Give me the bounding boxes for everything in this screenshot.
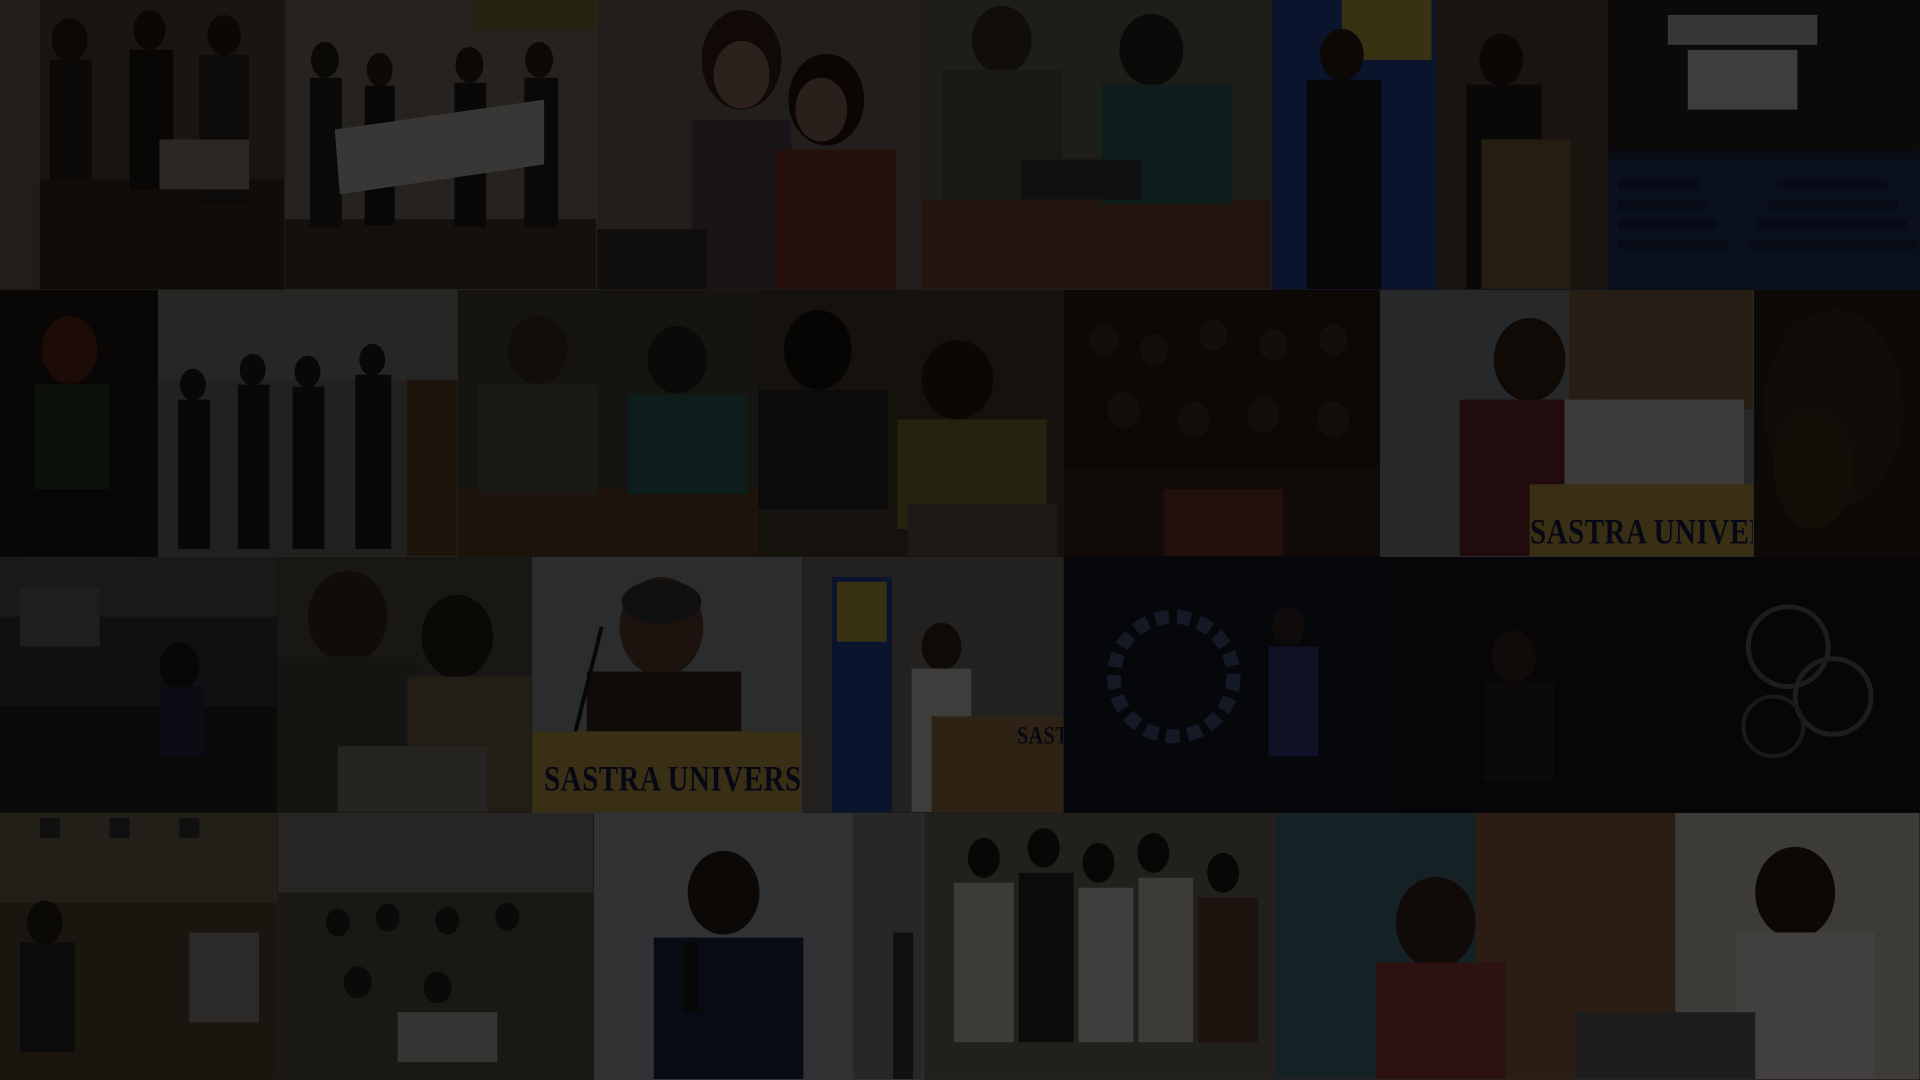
photo-row3-chief-guest: SASTRA UNIVERSITY (532, 557, 802, 813)
photo-row4-workshop-hall (278, 813, 594, 1080)
photo-figures (1276, 813, 1919, 1079)
photo-figures (158, 290, 457, 556)
photo-row2-team-standing (158, 290, 458, 557)
photo-row2-person-in-dark (0, 290, 158, 557)
photo-figures (1483, 604, 1874, 782)
photo-figures (1763, 309, 1904, 530)
sign-sastra-university-podium: SASTRA UNIVERSITY (1530, 512, 1753, 552)
photo-row2-speaker-at-podium: SASTRA UNIVERSITY (1380, 290, 1754, 557)
photo-figures (1608, 0, 1919, 289)
photo-row3-stage-performance (1064, 557, 1394, 813)
photo-row2-crowd-hall (1064, 290, 1380, 557)
photo-row2-group-working (458, 290, 758, 557)
photo-row3-hoop-performance (1394, 557, 1920, 813)
photo-figures (758, 309, 1058, 556)
photo-collage-background: SASTRA UNIVERSITY (0, 0, 1920, 1080)
photo-row2-outdoor-foliage (1754, 290, 1920, 557)
photo-figures (597, 0, 921, 289)
photo-row1-participants-smiling (597, 0, 922, 290)
photo-figures (653, 813, 923, 1079)
photo-row4-group-huddle (924, 813, 1276, 1080)
photo-figures (458, 315, 757, 556)
photo-figures (285, 0, 596, 289)
photo-row1-speaker-with-banner (1272, 0, 1608, 290)
photo-figures (1272, 0, 1607, 289)
photo-figures (1064, 318, 1379, 556)
photo-row3-discussion (278, 557, 532, 813)
photo-figures (953, 827, 1259, 1043)
photo-figures (278, 813, 593, 1063)
sign-sastra-side-banner: SASTRA (1017, 722, 1063, 750)
photo-row4-presenter-room (0, 813, 278, 1080)
photo-figures (922, 5, 1271, 289)
photo-figures (0, 0, 284, 289)
photo-figures (1106, 606, 1319, 757)
photo-figures (278, 570, 531, 812)
photo-row2-laptop-session (758, 290, 1064, 557)
photo-row3-podium-banner: SASTRA (802, 557, 1064, 813)
photo-figures (0, 813, 277, 1053)
photo-row4-colorful-room (1276, 813, 1920, 1080)
photo-row1-group-with-cheque (0, 0, 285, 290)
photo-row1-coders-on-floor (922, 0, 1272, 290)
photo-figures (0, 557, 277, 812)
photo-figures (802, 557, 1063, 812)
photo-row3-classroom (0, 557, 278, 813)
photo-figures (19, 315, 140, 556)
photo-row1-team-holding-cheque (285, 0, 597, 290)
sign-sastra-university-guest: SASTRA UNIVERSITY (544, 759, 802, 799)
photo-row1-auditorium-stage (1608, 0, 1920, 290)
photo-row4-speaker-mic (594, 813, 924, 1080)
